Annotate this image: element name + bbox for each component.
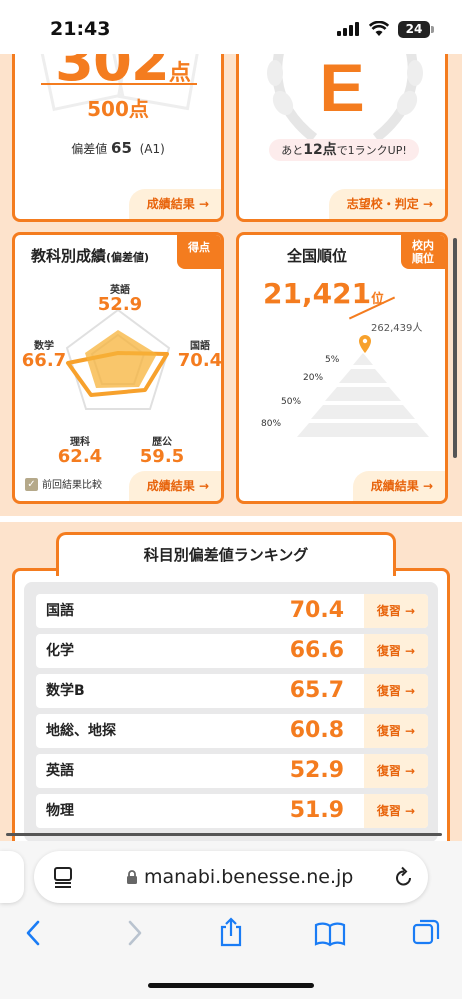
location-pin-icon	[359, 335, 371, 353]
rank-card-title: 全国順位	[287, 247, 348, 265]
wifi-icon	[369, 21, 389, 36]
status-bar: 21:43 24	[0, 0, 462, 54]
judge-grade: E	[319, 54, 365, 126]
address-bar[interactable]: manabi.benesse.ne.jp	[34, 851, 428, 903]
forward-icon[interactable]	[124, 919, 144, 947]
subject-card-title: 教科別成績(偏差値)	[31, 247, 150, 265]
horizontal-scroll-indicator	[6, 833, 442, 836]
judge-card: E あと12点で1ランクUP! 志望校・判定 →	[236, 54, 448, 222]
review-button[interactable]: 復習 →	[364, 634, 428, 668]
subject-math: 数学 66.7	[21, 341, 67, 371]
score-card: 302点 500点 偏差値 65 (A1) 成績結果 →	[12, 54, 224, 222]
browser-toolbar: manabi.benesse.ne.jp	[0, 841, 462, 999]
rank-card: 全国順位 校内 順位 21,421位 262,439人 5% 20% 50% 80…	[236, 232, 448, 504]
battery-icon: 24	[398, 21, 430, 38]
home-indicator[interactable]	[148, 983, 314, 988]
hensachi: 偏差値 65 (A1)	[71, 139, 165, 157]
ranking-title: 科目別偏差値ランキング	[56, 532, 396, 576]
reader-mode-icon[interactable]	[52, 866, 74, 888]
ranking-row: 化学 66.6 復習 →	[36, 634, 428, 668]
back-icon[interactable]	[24, 919, 44, 947]
ranking-row: 物理 51.9 復習 →	[36, 794, 428, 828]
compare-previous-checkbox[interactable]: ✓ 前回結果比較	[25, 476, 102, 491]
total-examinees: 262,439人	[371, 323, 423, 334]
school-rank-tab[interactable]: 校内 順位	[401, 235, 445, 269]
pyramid-label-20: 20%	[303, 373, 324, 383]
review-button[interactable]: 復習 →	[364, 714, 428, 748]
reload-icon[interactable]	[394, 866, 414, 888]
subject-japanese: 国語 70.4	[177, 341, 223, 371]
checkmark-icon: ✓	[25, 478, 38, 491]
subject-card: 教科別成績(偏差値) 得点 英語 52.9 国語 70.4 歴公 59.5 理科 62.…	[12, 232, 224, 504]
url-text: manabi.benesse.ne.jp	[144, 866, 354, 888]
target-school-link[interactable]: 志望校・判定 →	[328, 189, 445, 219]
previous-tab-preview[interactable]	[0, 851, 24, 903]
score-tab[interactable]: 得点	[177, 235, 221, 269]
review-button[interactable]: 復習 →	[364, 794, 428, 828]
ranking-row: 国語 70.4 復習 →	[36, 594, 428, 628]
review-button[interactable]: 復習 →	[364, 594, 428, 628]
subject-science: 理科 62.4	[57, 437, 103, 467]
section-divider	[0, 516, 462, 522]
bookmarks-icon[interactable]	[314, 921, 346, 947]
web-content: 302点 500点 偏差値 65 (A1) 成績結果 → E あと12点で1ラン…	[0, 54, 462, 841]
status-time: 21:43	[50, 18, 111, 40]
pyramid-label-50: 50%	[281, 397, 302, 407]
national-rank: 21,421位	[263, 277, 385, 310]
rank-up-hint: あと12点で1ランクUP!	[269, 139, 419, 161]
total-score: 302点	[55, 54, 191, 94]
subject-english: 英語 52.9	[97, 285, 143, 315]
full-score: 500点	[87, 97, 149, 121]
subject-history: 歴公 59.5	[139, 437, 185, 467]
subject-results-link[interactable]: 成績結果 →	[128, 471, 221, 501]
ranking-row: 英語 52.9 復習 →	[36, 754, 428, 788]
rank-results-link[interactable]: 成績結果 →	[352, 471, 445, 501]
lock-icon	[127, 870, 137, 884]
radar-chart	[65, 308, 171, 410]
battery-cap	[431, 26, 434, 33]
pyramid-label-80: 80%	[261, 419, 282, 429]
share-icon[interactable]	[218, 917, 244, 947]
review-button[interactable]: 復習 →	[364, 674, 428, 708]
pyramid-label-5: 5%	[325, 355, 340, 365]
ranking-list: 国語 70.4 復習 → 化学 66.6 復習 → 数学B 65.7 復習 → 地総、地探 6…	[24, 582, 438, 841]
tabs-icon[interactable]	[412, 919, 440, 947]
review-button[interactable]: 復習 →	[364, 754, 428, 788]
ranking-row: 数学B 65.7 復習 →	[36, 674, 428, 708]
score-results-link[interactable]: 成績結果 →	[128, 189, 221, 219]
scrollbar[interactable]	[453, 238, 457, 458]
ranking-row: 地総、地探 60.8 復習 →	[36, 714, 428, 748]
cellular-signal-icon	[337, 22, 359, 36]
score-divider	[41, 83, 197, 85]
